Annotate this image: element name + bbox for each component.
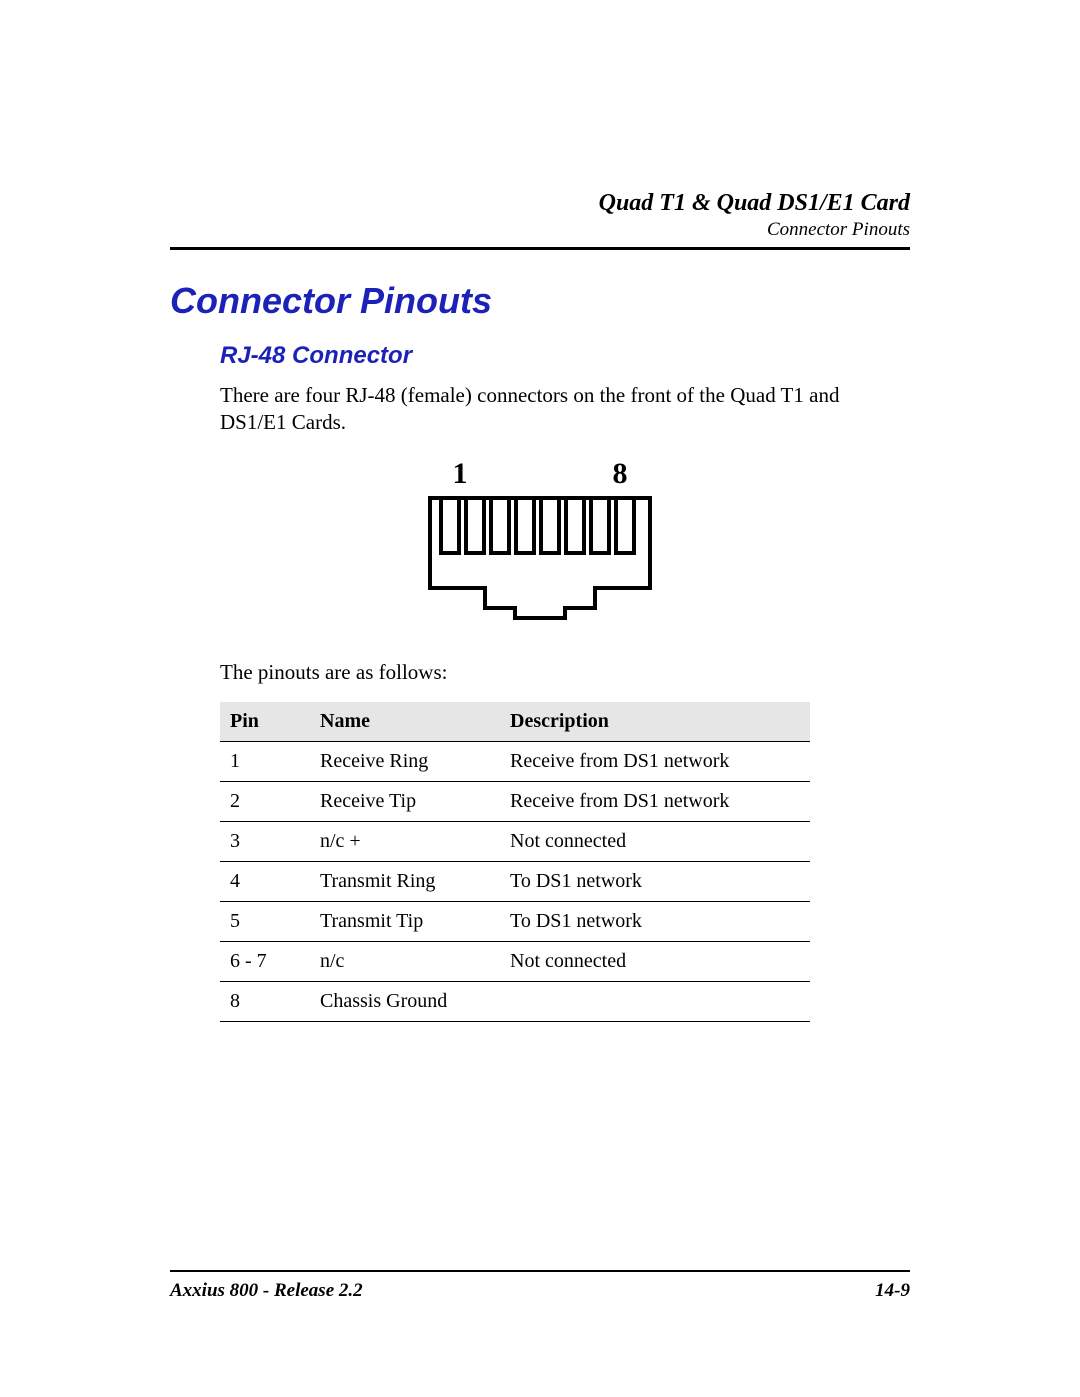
- table-row: 5 Transmit Tip To DS1 network: [220, 901, 810, 941]
- cell-name: Transmit Ring: [310, 861, 500, 901]
- table-intro-text: The pinouts are as follows:: [170, 659, 910, 686]
- table-row: 4 Transmit Ring To DS1 network: [220, 861, 810, 901]
- header-rule: [170, 247, 910, 250]
- cell-name: Receive Tip: [310, 781, 500, 821]
- cell-name: Transmit Tip: [310, 901, 500, 941]
- section-heading: Connector Pinouts: [170, 280, 910, 322]
- table-row: 2 Receive Tip Receive from DS1 network: [220, 781, 810, 821]
- col-pin: Pin: [220, 702, 310, 742]
- pin-label-8: 8: [613, 457, 628, 491]
- cell-name: n/c: [310, 941, 500, 981]
- cell-pin: 2: [220, 781, 310, 821]
- cell-pin: 4: [220, 861, 310, 901]
- footer-left: Axxius 800 - Release 2.2: [170, 1280, 363, 1302]
- subsection-heading: RJ-48 Connector: [170, 342, 910, 370]
- cell-desc: [500, 981, 810, 1021]
- cell-pin: 5: [220, 901, 310, 941]
- intro-text: There are four RJ-48 (female) connectors…: [170, 382, 910, 437]
- cell-name: Receive Ring: [310, 741, 500, 781]
- cell-desc: To DS1 network: [500, 901, 810, 941]
- table-header-row: Pin Name Description: [220, 702, 810, 742]
- table-row: 1 Receive Ring Receive from DS1 network: [220, 741, 810, 781]
- table-row: 8 Chassis Ground: [220, 981, 810, 1021]
- cell-name: n/c +: [310, 821, 500, 861]
- col-name: Name: [310, 702, 500, 742]
- col-description: Description: [500, 702, 810, 742]
- pinout-table: Pin Name Description 1 Receive Ring Rece…: [220, 702, 810, 1022]
- footer-row: Axxius 800 - Release 2.2 14-9: [170, 1280, 910, 1302]
- header-subtitle: Connector Pinouts: [170, 219, 910, 241]
- cell-desc: To DS1 network: [500, 861, 810, 901]
- page-header: Quad T1 & Quad DS1/E1 Card Connector Pin…: [170, 190, 910, 241]
- rj48-diagram: 1 8: [170, 457, 910, 623]
- cell-pin: 3: [220, 821, 310, 861]
- rj48-connector-icon: [425, 493, 655, 623]
- cell-pin: 6 - 7: [220, 941, 310, 981]
- cell-pin: 8: [220, 981, 310, 1021]
- pin-label-1: 1: [453, 457, 468, 491]
- footer-rule: [170, 1270, 910, 1272]
- footer-right: 14-9: [875, 1280, 910, 1302]
- cell-desc: Receive from DS1 network: [500, 741, 810, 781]
- cell-desc: Receive from DS1 network: [500, 781, 810, 821]
- pin-number-labels: 1 8: [170, 457, 910, 491]
- cell-desc: Not connected: [500, 821, 810, 861]
- cell-pin: 1: [220, 741, 310, 781]
- cell-desc: Not connected: [500, 941, 810, 981]
- page-footer: Axxius 800 - Release 2.2 14-9: [170, 1270, 910, 1302]
- header-title: Quad T1 & Quad DS1/E1 Card: [170, 190, 910, 217]
- page: Quad T1 & Quad DS1/E1 Card Connector Pin…: [0, 0, 1080, 1397]
- table-row: 3 n/c + Not connected: [220, 821, 810, 861]
- table-row: 6 - 7 n/c Not connected: [220, 941, 810, 981]
- cell-name: Chassis Ground: [310, 981, 500, 1021]
